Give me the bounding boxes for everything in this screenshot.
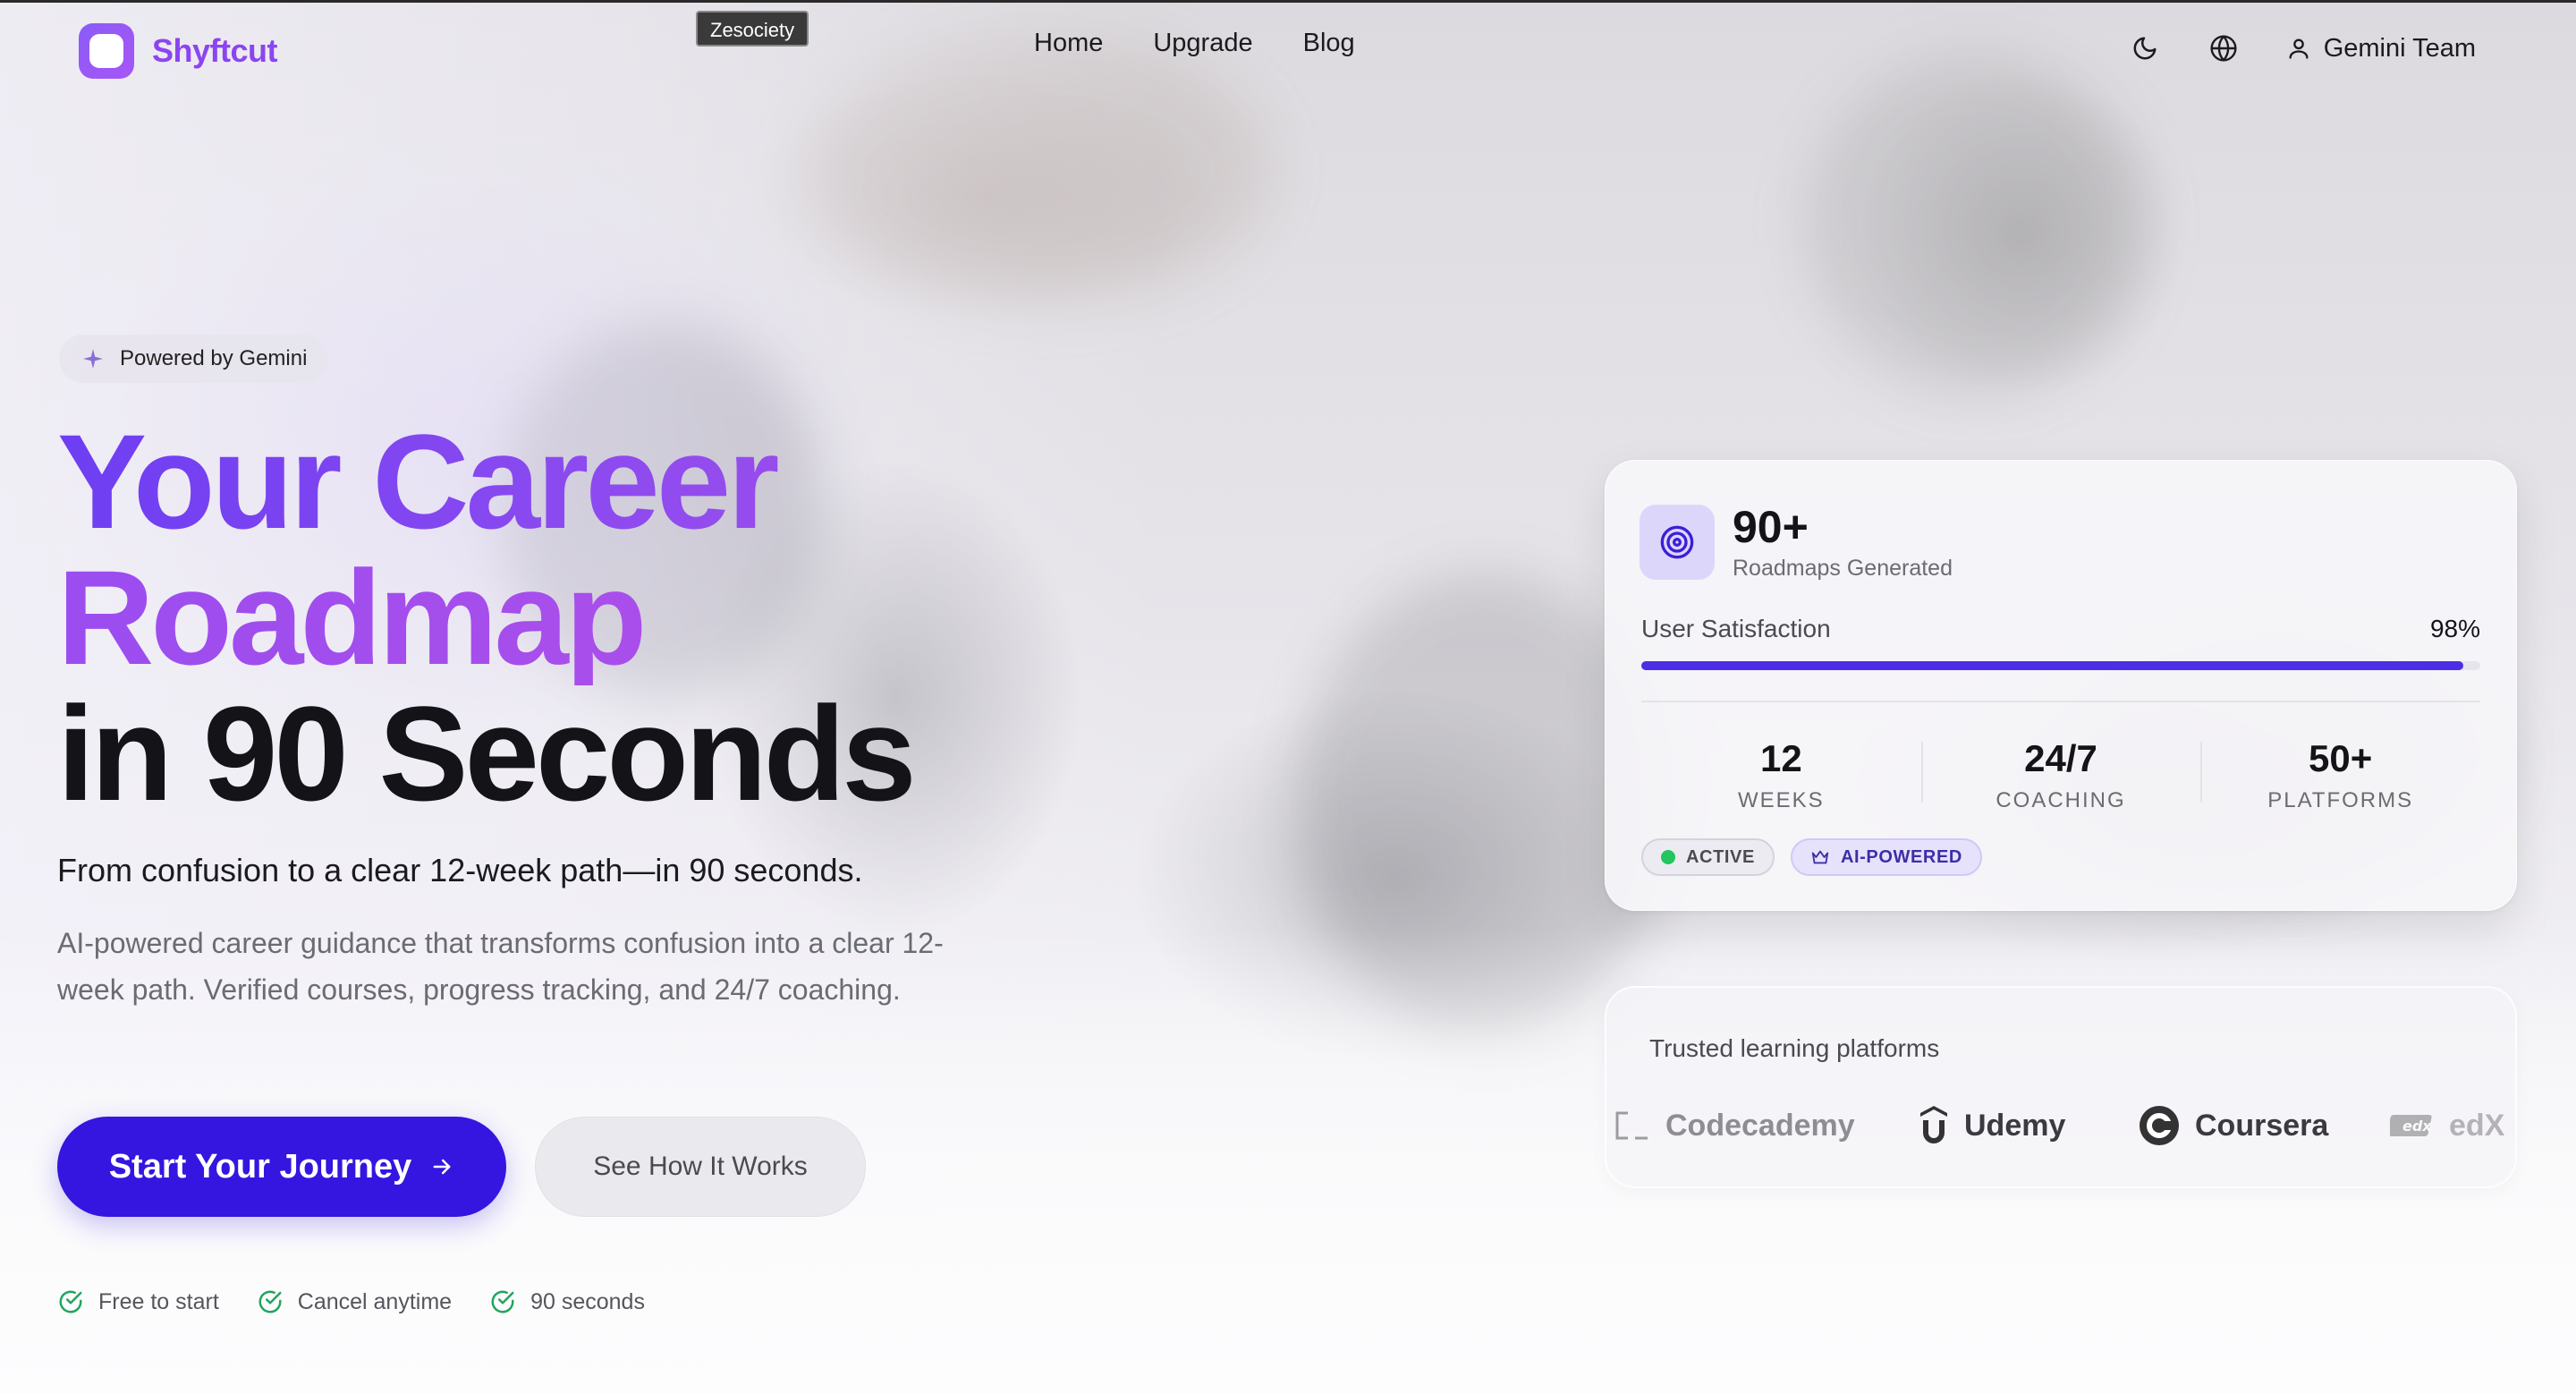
hero-headline: Your Career Roadmap in 90 Seconds [57, 413, 917, 829]
nav-link-upgrade[interactable]: Upgrade [1153, 29, 1252, 58]
metrics-row: 12 WEEKS 24/7 COACHING 50+ PLATFORMS [1641, 736, 2480, 813]
satisfaction-progress-bar [1641, 661, 2480, 670]
top-navigation: Shyftcut Zesociety Home Upgrade Blog Gem… [0, 0, 2576, 107]
svg-text:edx: edx [2402, 1118, 2432, 1135]
active-badge: ACTIVE [1641, 838, 1775, 876]
roadmaps-stat: 90+ Roadmaps Generated [1640, 502, 1953, 582]
divider [1641, 701, 2480, 702]
roadmaps-label: Roadmaps Generated [1733, 556, 1953, 581]
benefit-item: Cancel anytime [257, 1288, 452, 1315]
metric-value: 50+ [2309, 737, 2373, 779]
platform-codecademy: Codecademy [1612, 1108, 1855, 1143]
check-circle-icon [59, 1290, 82, 1313]
metric-platforms: 50+ PLATFORMS [2200, 736, 2480, 813]
tooltip: Zesociety [696, 11, 809, 47]
ai-powered-badge: AI-POWERED [1790, 838, 1982, 876]
metric-value: 24/7 [2024, 737, 2097, 779]
satisfaction-progress-fill [1641, 661, 2464, 670]
headline-line-1: Your Career [57, 413, 913, 549]
metric-weeks: 12 WEEKS [1641, 736, 1921, 813]
status-tags: ACTIVE AI-POWERED [1641, 838, 1982, 876]
powered-by-badge: Powered by Gemini [59, 335, 329, 383]
metric-coaching: 24/7 COACHING [1920, 736, 2201, 813]
roadmaps-count: 90+ [1733, 502, 1809, 552]
metric-label: PLATFORMS [2267, 788, 2414, 812]
platform-name: edX [2449, 1108, 2505, 1143]
benefit-item: 90 seconds [489, 1288, 645, 1315]
benefit-label: Cancel anytime [297, 1288, 453, 1314]
platform-name: Coursera [2195, 1108, 2329, 1143]
globe-icon[interactable] [2207, 32, 2240, 64]
start-journey-button[interactable]: Start Your Journey [57, 1117, 506, 1217]
user-name: Gemini Team [2323, 33, 2476, 63]
user-menu[interactable]: Gemini Team [2286, 34, 2476, 64]
platform-edx: edx edX [2390, 1109, 2504, 1143]
platform-coursera: Coursera [2138, 1104, 2328, 1147]
udemy-icon [1920, 1106, 1947, 1143]
platform-udemy: Udemy [1918, 1104, 2065, 1147]
benefit-label: 90 seconds [530, 1288, 645, 1314]
check-circle-icon [258, 1290, 282, 1313]
metric-label: WEEKS [1737, 788, 1825, 812]
user-icon [2289, 38, 2309, 59]
platforms-carousel: Codecademy Udemy Coursera edx edX [1606, 1099, 2515, 1152]
nav-actions: Gemini Team [2129, 32, 2476, 64]
satisfaction-label: User Satisfaction [1641, 615, 1831, 642]
see-how-label: See How It Works [593, 1152, 808, 1181]
arrow-right-icon [433, 1159, 451, 1175]
see-how-it-works-button[interactable]: See How It Works [535, 1117, 866, 1217]
nav-links: Home Upgrade Blog [1034, 29, 1355, 58]
platform-name: Udemy [1964, 1108, 2066, 1143]
metric-value: 12 [1759, 737, 1802, 779]
target-icon [1640, 504, 1715, 580]
headline-line-2: Roadmap [57, 549, 913, 685]
ai-powered-label: AI-POWERED [1840, 846, 1962, 867]
brand-name: Shyftcut [152, 32, 278, 69]
benefit-item: Free to start [57, 1288, 219, 1315]
edx-icon: edx [2390, 1115, 2432, 1136]
satisfaction-row: User Satisfaction 98% [1641, 615, 2480, 643]
satisfaction-value: 98% [2429, 615, 2480, 642]
benefits-list: Free to start Cancel anytime 90 seconds [57, 1288, 645, 1315]
start-journey-label: Start Your Journey [108, 1147, 412, 1186]
platform-name: Codecademy [1665, 1108, 1855, 1143]
check-circle-icon [491, 1290, 514, 1313]
badge-label: Powered by Gemini [120, 346, 308, 370]
active-label: ACTIVE [1686, 846, 1755, 867]
hero-description: AI-powered career guidance that transfor… [57, 927, 944, 1006]
metric-label: COACHING [1996, 788, 2126, 812]
sparkle-icon [83, 349, 103, 369]
trusted-platforms-panel: Trusted learning platforms Codecademy Ud… [1605, 986, 2517, 1188]
headline-line-3: in 90 Seconds [57, 678, 917, 829]
benefit-label: Free to start [98, 1288, 219, 1314]
status-dot-icon [1661, 850, 1675, 864]
logo-icon [79, 23, 134, 79]
stats-card: 90+ Roadmaps Generated User Satisfaction… [1605, 460, 2517, 911]
crown-icon [1811, 850, 1829, 864]
hero-subheading: From confusion to a clear 12-week path—i… [57, 852, 863, 888]
nav-link-blog[interactable]: Blog [1303, 29, 1355, 58]
nav-link-home[interactable]: Home [1034, 29, 1103, 58]
codecademy-icon [1615, 1111, 1648, 1140]
coursera-icon [2140, 1106, 2179, 1145]
platforms-title: Trusted learning platforms [1649, 1034, 1940, 1062]
brand-logo[interactable]: Shyftcut [79, 23, 278, 79]
moon-icon[interactable] [2129, 32, 2161, 64]
